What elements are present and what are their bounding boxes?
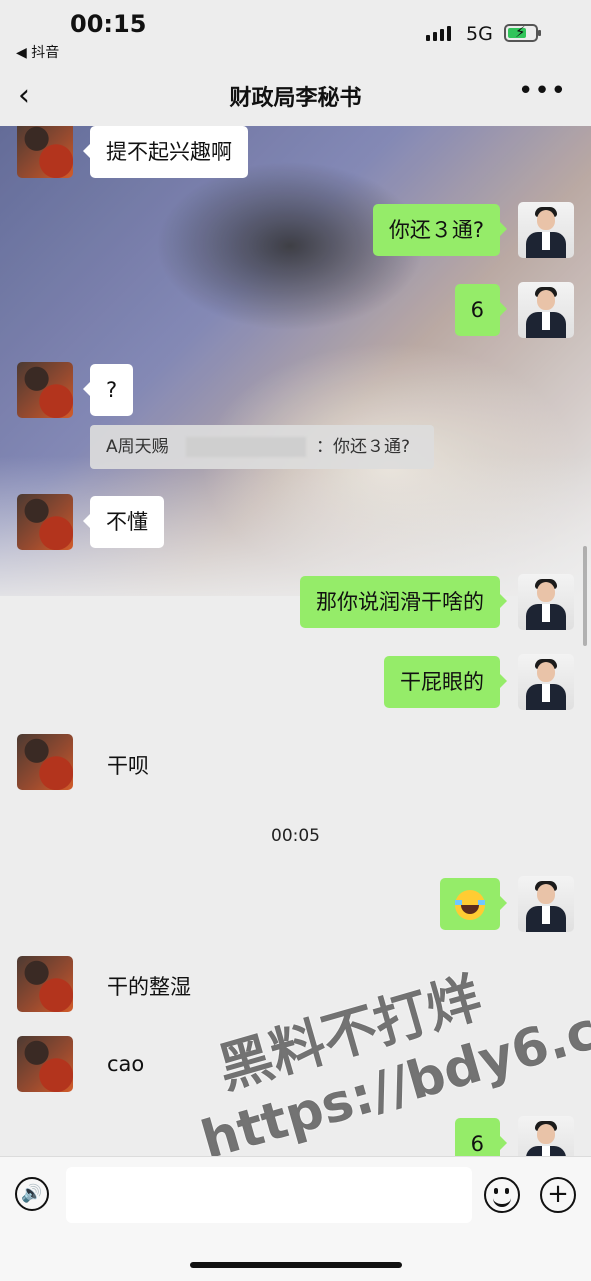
message-input[interactable] <box>66 1167 472 1223</box>
quoted-message[interactable]: A周天赐 ：你还３通? <box>90 425 434 469</box>
message-text-left[interactable]: 干的整湿 <box>107 971 191 1001</box>
contact-avatar[interactable] <box>17 734 73 790</box>
my-avatar[interactable] <box>518 574 574 630</box>
back-to-app-link[interactable]: ◀ 抖音 <box>16 42 59 62</box>
message-bubble-right[interactable]: 那你说润滑干啥的 <box>300 576 507 628</box>
tears-of-joy-emoji-icon <box>455 890 485 920</box>
my-avatar[interactable] <box>518 202 574 258</box>
my-avatar[interactable] <box>518 654 574 710</box>
message-bubble-left[interactable]: ? <box>82 364 134 416</box>
emoji-icon[interactable] <box>484 1177 520 1213</box>
contact-avatar[interactable] <box>17 1036 73 1092</box>
quoted-text: ：你还３通? <box>316 437 411 457</box>
plus-icon[interactable]: + <box>540 1177 576 1213</box>
timestamp-separator: 00:05 <box>271 826 320 846</box>
message-text-left[interactable]: cao <box>107 1052 144 1076</box>
message-text-left[interactable]: 干呗 <box>107 750 149 780</box>
voice-input-icon[interactable]: 🔊 <box>15 1177 49 1211</box>
my-avatar[interactable] <box>518 1116 574 1156</box>
message-bubble-right[interactable]: 你还３通? <box>372 204 508 256</box>
message-bubble-left[interactable]: 提不起兴趣啊 <box>83 126 248 178</box>
scrollbar[interactable] <box>583 546 587 646</box>
contact-avatar[interactable] <box>17 362 73 418</box>
contact-avatar[interactable] <box>17 494 73 550</box>
network-label: 5G <box>466 23 493 45</box>
more-options-icon[interactable]: ••• <box>518 76 567 106</box>
chat-header: ‹ 财政局李秘书 ••• <box>0 66 591 126</box>
contact-avatar[interactable] <box>17 956 73 1012</box>
quoted-sender: A周天赐 <box>106 437 169 457</box>
my-avatar[interactable] <box>518 876 574 932</box>
contact-avatar[interactable] <box>17 126 73 178</box>
charging-icon: ⚡ <box>515 23 526 41</box>
signal-icon <box>426 26 451 41</box>
message-bubble-right[interactable]: 干屁眼的 <box>384 656 507 708</box>
message-bubble-right[interactable]: 6 <box>454 1118 508 1156</box>
battery-icon: ⚡ <box>504 23 541 42</box>
status-time: 00:15 <box>70 10 147 38</box>
home-indicator[interactable] <box>190 1262 402 1268</box>
status-bar: 00:15 ◀ 抖音 5G ⚡ <box>0 0 591 66</box>
message-bubble-right[interactable] <box>440 878 507 930</box>
my-avatar[interactable] <box>518 282 574 338</box>
redacted-block <box>186 437 306 457</box>
message-bubble-left[interactable]: 不懂 <box>83 496 164 548</box>
chat-title: 财政局李秘书 <box>229 86 362 111</box>
message-bubble-right[interactable]: 6 <box>454 284 508 336</box>
